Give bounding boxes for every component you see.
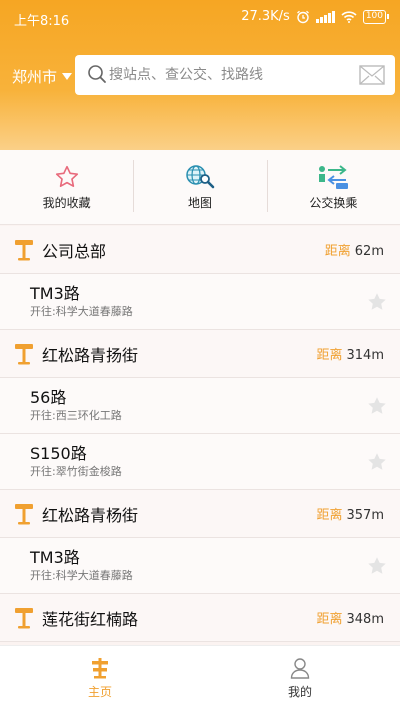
map-label: 地图 bbox=[187, 195, 212, 210]
signal-icon bbox=[315, 10, 335, 23]
nav-home[interactable]: 主页 bbox=[0, 646, 200, 711]
battery-icon: 100 bbox=[362, 9, 390, 24]
mail-icon[interactable] bbox=[359, 64, 385, 86]
stop-row[interactable]: 莲花街红楠路 距离 348m bbox=[0, 594, 400, 642]
favorite-star-icon[interactable] bbox=[366, 291, 388, 313]
network-speed: 27.3K/s bbox=[241, 9, 290, 24]
route-row[interactable]: S150路 开往:翠竹街金梭路 bbox=[0, 434, 400, 490]
bus-stop-icon bbox=[15, 239, 33, 260]
transfer-label: 公交换乘 bbox=[309, 195, 358, 210]
nav-mine[interactable]: 我的 bbox=[200, 646, 400, 711]
globe-search-icon bbox=[186, 164, 215, 188]
distance-label: 距离 bbox=[316, 612, 343, 627]
favorite-star-icon[interactable] bbox=[366, 395, 388, 417]
stop-name: 莲花街红楠路 bbox=[42, 609, 139, 629]
route-direction: 开往:科学大道春藤路 bbox=[30, 568, 133, 582]
stop-row[interactable]: 公司总部 距离 62m bbox=[0, 226, 400, 274]
route-name: 56路 bbox=[30, 387, 67, 407]
stop-row[interactable]: 红松路青扬街 距离 314m bbox=[0, 330, 400, 378]
distance-label: 距离 bbox=[324, 244, 351, 259]
stop-distance: 距离 314m bbox=[317, 344, 385, 363]
distance-value: 357m bbox=[346, 508, 384, 523]
distance-value: 314m bbox=[346, 348, 384, 363]
route-name: S150路 bbox=[30, 443, 87, 463]
bus-stop-icon bbox=[15, 607, 33, 628]
search-box[interactable] bbox=[75, 55, 395, 95]
stop-distance: 距离 357m bbox=[317, 504, 385, 523]
bus-stop-icon bbox=[15, 343, 33, 364]
route-row[interactable]: 56路 开往:西三环化工路 bbox=[0, 378, 400, 434]
user-icon bbox=[290, 658, 310, 679]
nearby-stops-list: 公司总部 距离 62m TM3路 开往:科学大道春藤路 红松路青扬街 距离 314m… bbox=[0, 226, 400, 645]
route-direction: 开往:科学大道春藤路 bbox=[30, 304, 133, 318]
route-row[interactable]: TM3路 开往:科学大道春藤路 bbox=[0, 538, 400, 594]
bus-stop-icon bbox=[15, 503, 33, 524]
distance-label: 距离 bbox=[316, 508, 343, 523]
favorites-button[interactable]: 我的收藏 bbox=[0, 150, 133, 224]
stop-name: 红松路青杨街 bbox=[42, 505, 139, 525]
bottom-nav: 主页 我的 bbox=[0, 645, 400, 711]
favorites-label: 我的收藏 bbox=[42, 195, 91, 210]
stop-name: 红松路青扬街 bbox=[42, 345, 139, 365]
signpost-icon bbox=[92, 658, 108, 679]
favorite-star-icon[interactable] bbox=[366, 555, 388, 577]
status-time: 上午8:16 bbox=[14, 14, 70, 29]
route-name: TM3路 bbox=[30, 547, 80, 567]
star-outline-icon bbox=[55, 165, 78, 187]
route-name: TM3路 bbox=[30, 283, 80, 303]
nav-mine-label: 我的 bbox=[287, 685, 312, 699]
status-indicators: 27.3K/s 100 bbox=[241, 9, 390, 24]
stop-distance: 距离 62m bbox=[325, 240, 384, 259]
status-bar: 上午8:16 27.3K/s 100 bbox=[0, 0, 400, 36]
distance-label: 距离 bbox=[316, 348, 343, 363]
transfer-button[interactable]: 公交换乘 bbox=[266, 150, 400, 224]
city-label: 郑州市 bbox=[12, 68, 58, 86]
header: 上午8:16 27.3K/s 100 郑州市 bbox=[0, 0, 400, 150]
search-input[interactable] bbox=[109, 55, 349, 95]
route-direction: 开往:翠竹街金梭路 bbox=[30, 464, 122, 478]
alarm-icon bbox=[296, 10, 309, 23]
map-button[interactable]: 地图 bbox=[133, 150, 266, 224]
transfer-icon bbox=[319, 164, 349, 189]
favorite-star-icon[interactable] bbox=[366, 451, 388, 473]
quick-actions: 我的收藏 地图 公交换乘 bbox=[0, 150, 400, 225]
city-selector[interactable]: 郑州市 bbox=[12, 66, 73, 87]
caret-down-icon bbox=[62, 73, 73, 80]
route-direction: 开往:西三环化工路 bbox=[30, 408, 122, 422]
nav-home-label: 主页 bbox=[87, 685, 112, 699]
stop-row[interactable]: 红松路青杨街 距离 357m bbox=[0, 490, 400, 538]
wifi-icon bbox=[341, 10, 357, 23]
distance-value: 62m bbox=[354, 244, 384, 259]
stop-distance: 距离 348m bbox=[317, 608, 385, 627]
distance-value: 348m bbox=[346, 612, 384, 627]
stop-name: 公司总部 bbox=[42, 241, 107, 261]
search-icon bbox=[88, 65, 106, 83]
route-row[interactable]: TM3路 开往:科学大道春藤路 bbox=[0, 274, 400, 330]
